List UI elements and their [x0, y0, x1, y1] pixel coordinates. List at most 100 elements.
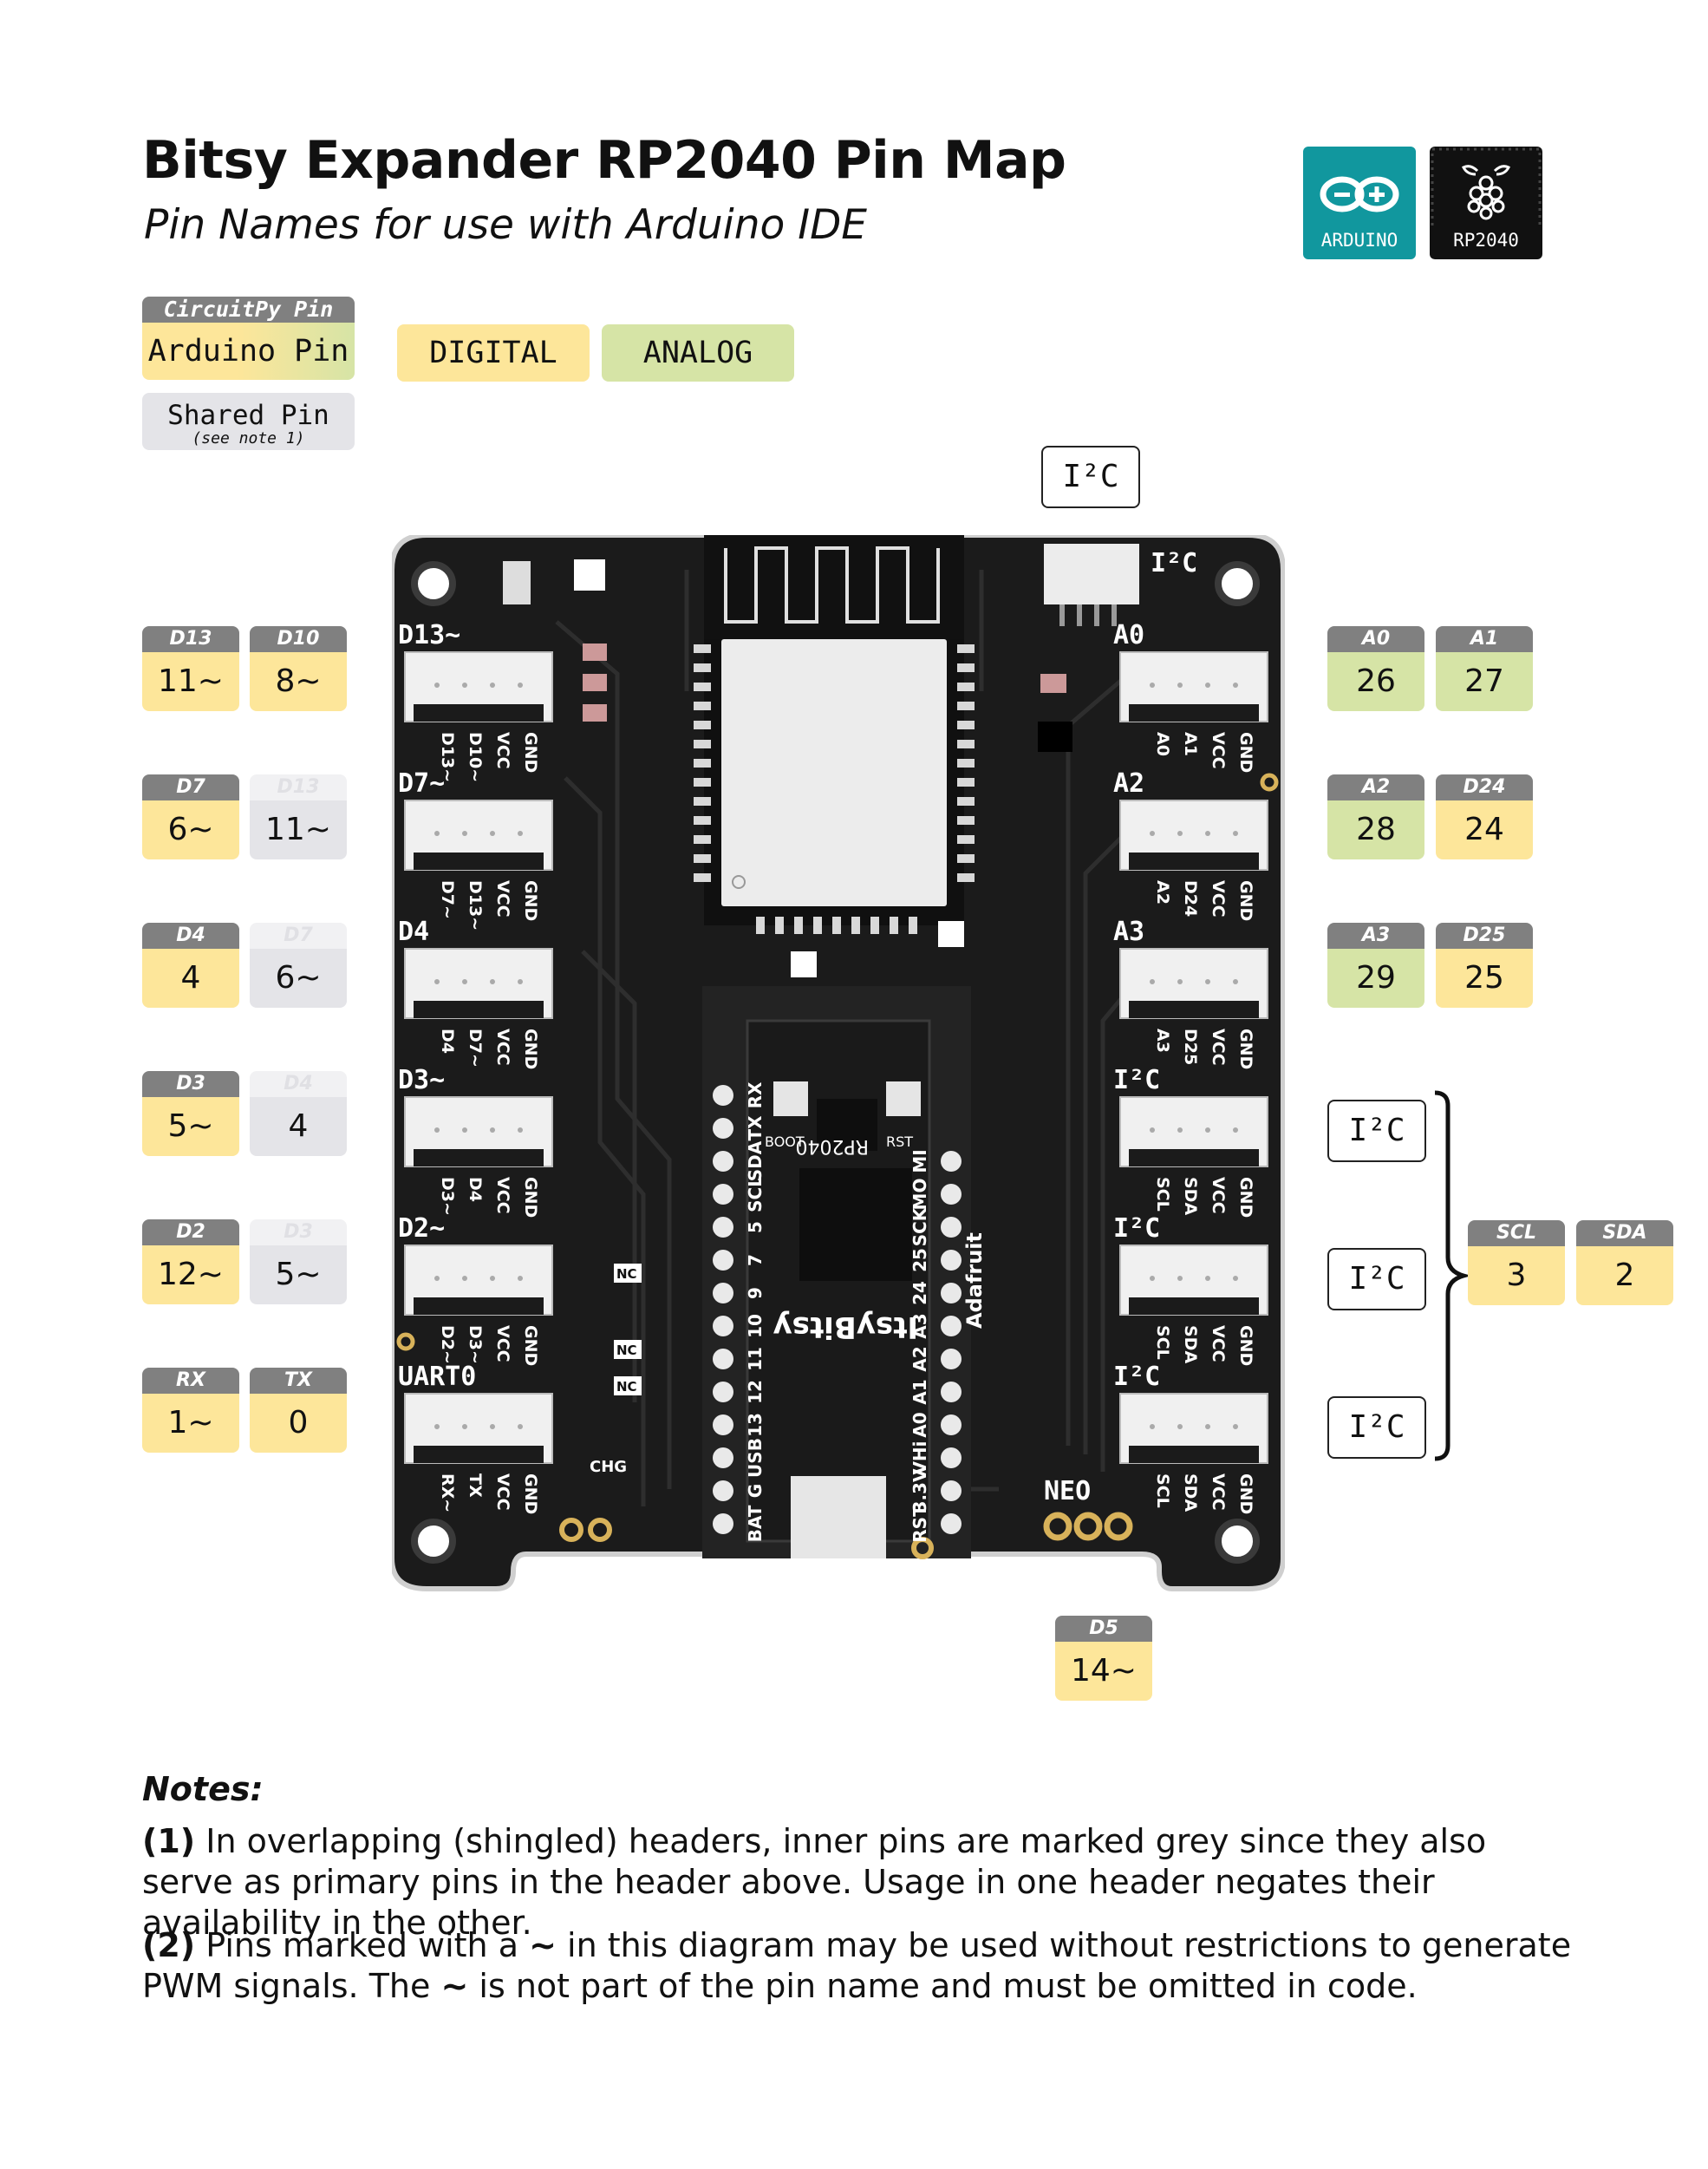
rp2040-logo: RP2040 [1430, 147, 1542, 259]
left-pin-0-1-circuitpy: D10 [250, 626, 347, 652]
right-connector-1-slot [1129, 853, 1259, 870]
itsy-right-pin-label: A1 [909, 1379, 930, 1404]
itsy-brand-text: Adafruit [962, 1232, 987, 1329]
itsy-right-pin-label: A0 [909, 1412, 930, 1437]
note-2-number: (2) [142, 1926, 196, 1964]
left-connector-2-pin-label: D4 [438, 1029, 457, 1054]
left-connector-5-pin-label: GND [521, 1473, 540, 1514]
left-pin-5-0: RX 1~ [142, 1368, 239, 1453]
itsy-left-pad [713, 1250, 733, 1271]
itsy-right-pad [941, 1382, 962, 1402]
pin-sda-arduino: 2 [1576, 1246, 1673, 1305]
left-pin-1-1-circuitpy: D13 [250, 774, 347, 800]
left-connector-0-contact [490, 683, 495, 688]
left-connector-2-contact [518, 979, 523, 984]
nc-label-1: NC [616, 1343, 637, 1358]
left-connector-3-pin-label: GND [521, 1177, 540, 1218]
left-connector-3-contact [518, 1127, 523, 1133]
chg-label: CHG [590, 1458, 627, 1476]
left-connector-4-slot [414, 1297, 544, 1315]
pin-d5-circuitpy: D5 [1055, 1616, 1152, 1642]
itsybitsy-board [702, 986, 971, 1558]
left-pin-4-1-arduino: 5~ [250, 1245, 347, 1304]
pin-d5: D5 14~ [1055, 1616, 1152, 1701]
left-connector-0-contact [434, 683, 440, 688]
left-pin-0-0-circuitpy: D13 [142, 626, 239, 652]
right-connector-5-label: I²C [1113, 1362, 1160, 1392]
left-connector-1-contact [518, 831, 523, 836]
left-connector-0-pin-label: GND [521, 732, 540, 773]
note-1-number: (1) [142, 1822, 196, 1860]
itsy-left-pin-label: 11 [745, 1347, 766, 1371]
itsy-left-pad [713, 1382, 733, 1402]
left-connector-4-pin-label: D2~ [438, 1325, 457, 1364]
left-connector-1-pin-label: D7~ [438, 880, 457, 919]
right-pin-2-1: D25 25 [1436, 923, 1533, 1008]
itsy-left-pad [713, 1316, 733, 1336]
left-connector-3-contact [462, 1127, 467, 1133]
right-pin-0-0: A0 26 [1327, 626, 1424, 711]
right-connector-0-pin-label: VCC [1209, 732, 1228, 769]
right-pin-0-1-arduino: 27 [1436, 652, 1533, 711]
right-pin-2-1-circuitpy: D25 [1436, 923, 1533, 949]
left-connector-1-pin-label: GND [521, 880, 540, 921]
left-pin-1-0: D7 6~ [142, 774, 239, 859]
itsy-left-pin-label: RX [745, 1081, 766, 1108]
nc-label-0: NC [616, 1266, 637, 1282]
left-connector-3-pin-label: VCC [493, 1177, 512, 1214]
reset-button [886, 1081, 921, 1116]
right-pin-2-0-circuitpy: A3 [1327, 923, 1424, 949]
left-connector-3-pin-label: D3~ [438, 1177, 457, 1216]
itsy-left-pin-label: 10 [745, 1314, 766, 1338]
itsy-right-pad [941, 1447, 962, 1468]
left-pin-1-1-arduino: 11~ [250, 800, 347, 859]
left-connector-0-contact [518, 683, 523, 688]
left-connector-4-label: D2~ [398, 1213, 445, 1244]
neo-label: NEO [1044, 1476, 1091, 1506]
right-pin-1-1: D24 24 [1436, 774, 1533, 859]
left-pin-0-0: D13 11~ [142, 626, 239, 711]
left-connector-5-contact [518, 1424, 523, 1429]
rst-label: RST [886, 1133, 913, 1150]
note-1-text: In overlapping (shingled) headers, inner… [142, 1822, 1487, 1942]
page-title: Bitsy Expander RP2040 Pin Map [142, 130, 1066, 191]
left-pin-0-1-arduino: 8~ [250, 652, 347, 711]
left-connector-0-slot [414, 704, 544, 722]
i2c-port [1044, 544, 1139, 604]
right-pin-2-0: A3 29 [1327, 923, 1424, 1008]
right-connector-1-pin-label: VCC [1209, 880, 1228, 918]
left-connector-5-contact [434, 1424, 440, 1429]
left-pin-1-0-arduino: 6~ [142, 800, 239, 859]
itsy-left-pad [713, 1118, 733, 1139]
left-connector-1-slot [414, 853, 544, 870]
note-2: (2) Pins marked with a ~ in this diagram… [142, 1925, 1573, 2007]
right-connector-4-contact [1205, 1276, 1210, 1281]
left-pin-2-0-circuitpy: D4 [142, 923, 239, 949]
right-pin-2-0-arduino: 29 [1327, 949, 1424, 1008]
itsy-right-pin-label: 24 [909, 1281, 930, 1305]
legend-circuitpy-label: CircuitPy Pin [142, 297, 355, 323]
right-connector-4-label: I²C [1113, 1213, 1160, 1244]
left-connector-2-slot [414, 1001, 544, 1018]
nc-label-2: NC [616, 1379, 637, 1395]
legend-digital: DIGITAL [397, 324, 590, 382]
i2c-port-label: I²C [1151, 548, 1197, 578]
left-pin-3-1-arduino: 4 [250, 1097, 347, 1156]
right-connector-4-pin-label: SDA [1181, 1325, 1200, 1363]
arduino-infinity-icon [1320, 176, 1399, 212]
right-i2c-label-2: I²C [1327, 1248, 1426, 1310]
right-connector-5-slot [1129, 1446, 1259, 1463]
left-connector-1-pin-label: D13~ [466, 880, 485, 931]
left-pin-2-1: D7 6~ [250, 923, 347, 1008]
right-connector-0-contact [1177, 683, 1183, 688]
right-connector-2-pin-label: A3 [1153, 1029, 1172, 1053]
left-connector-2-contact [462, 979, 467, 984]
left-pin-4-1-circuitpy: D3 [250, 1219, 347, 1245]
itsy-right-pin-label: 25 [909, 1248, 930, 1272]
itsy-left-pin-label: 5 [745, 1221, 766, 1233]
pin-scl-circuitpy: SCL [1468, 1220, 1565, 1246]
right-connector-5-contact [1150, 1424, 1155, 1429]
itsy-left-pin-label: 13 [745, 1413, 766, 1437]
left-connector-0-contact [462, 683, 467, 688]
right-pin-1-0-arduino: 28 [1327, 800, 1424, 859]
